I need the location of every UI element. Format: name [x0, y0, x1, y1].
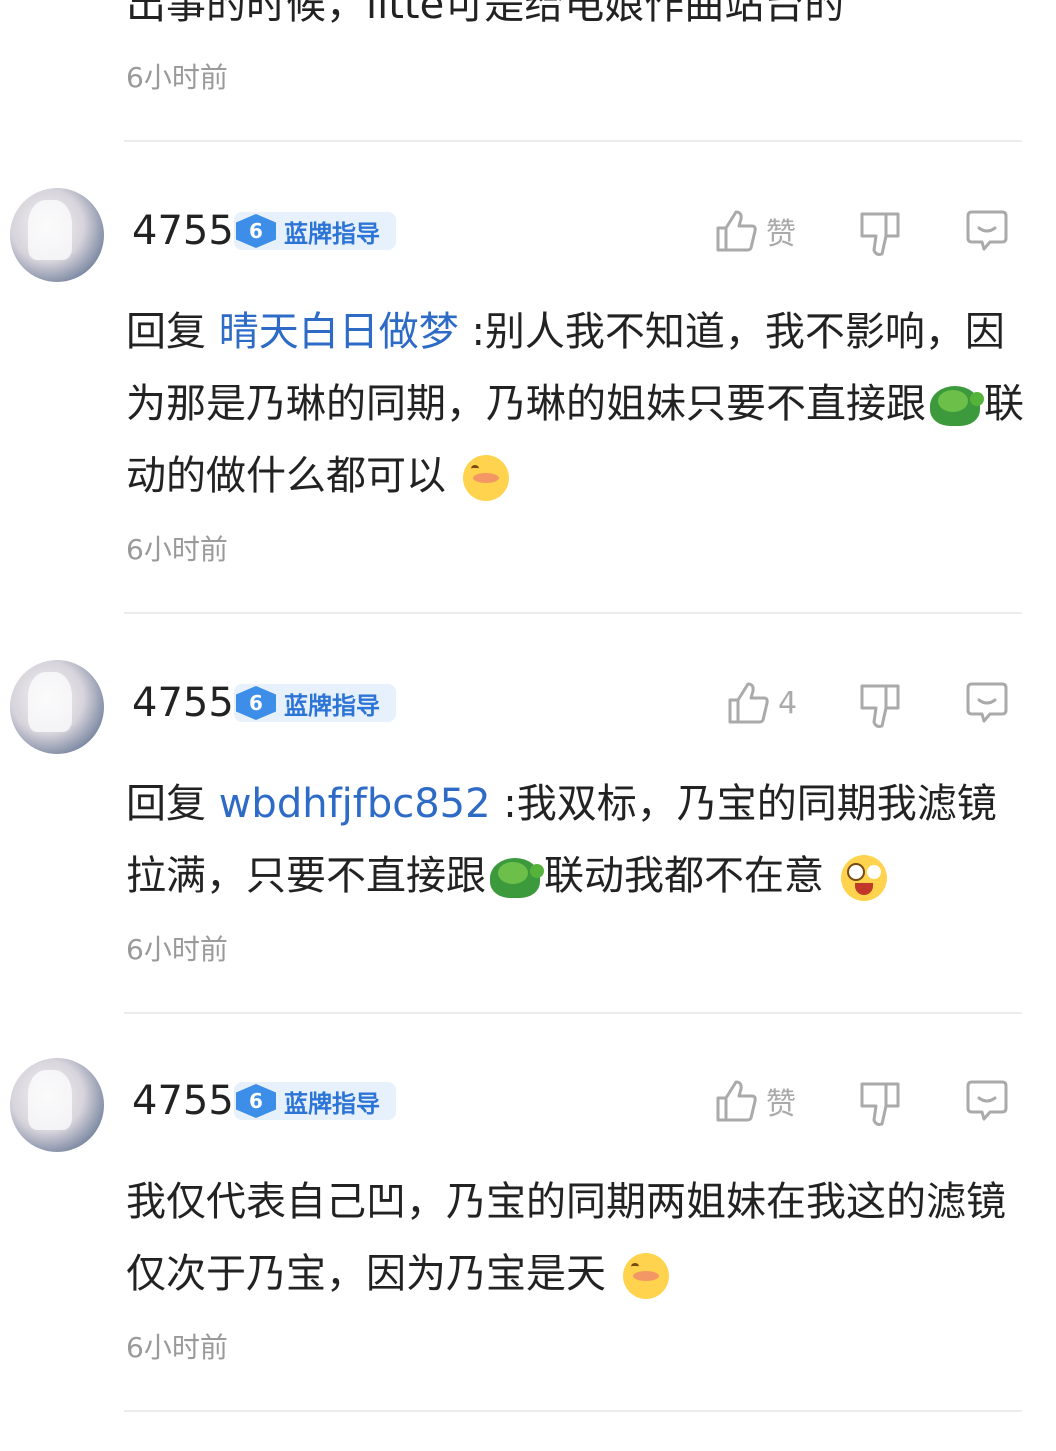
dislike-button[interactable]	[858, 1080, 902, 1132]
divider	[124, 1410, 1022, 1412]
comment-content: 回复 wbdhfjfbc852 :我双标，乃宝的同期我滤镜拉满，只要不直接跟 联动…	[126, 768, 1026, 912]
turtle-emoji-icon	[490, 858, 544, 898]
comment-text: 我仅代表自己凹，乃宝的同期两姐妹在我这的滤镜仅次于乃宝，因为乃宝是天	[126, 1179, 1006, 1297]
previous-comment-text: 出事的时候，litte可是给电娘作曲站台的	[126, 0, 845, 28]
reply-prefix: 回复	[126, 309, 206, 355]
comment-time: 6小时前	[126, 533, 228, 566]
divider	[124, 612, 1022, 614]
badge-text: 蓝牌指导	[284, 1089, 380, 1118]
reply-button[interactable]	[964, 208, 1010, 258]
comment-content: 回复 晴天白日做梦 :别人我不知道，我不影响，因为那是乃琳的同期，乃琳的姐妹只要…	[126, 296, 1026, 512]
fan-badge[interactable]: 6 蓝牌指导	[234, 1082, 396, 1120]
divider	[124, 1012, 1022, 1014]
comment-time: 6小时前	[126, 933, 228, 966]
thumbs-down-icon	[860, 684, 900, 728]
comment-time: 6小时前	[126, 1331, 228, 1364]
thumbs-down-icon	[860, 1082, 900, 1126]
like-button[interactable]: 赞	[714, 1078, 796, 1124]
username[interactable]: 4755	[132, 208, 234, 254]
reply-button[interactable]	[964, 1078, 1010, 1128]
avatar[interactable]	[10, 188, 104, 282]
previous-comment-time: 6小时前	[126, 61, 228, 94]
thumbs-down-icon	[860, 212, 900, 256]
dislike-button[interactable]	[858, 210, 902, 262]
thumbs-up-icon	[716, 210, 757, 252]
badge-level: 6	[236, 1084, 276, 1118]
divider	[124, 140, 1022, 142]
like-button[interactable]: 4	[726, 680, 797, 726]
shy-face-emoji-icon	[462, 455, 509, 501]
mention-link[interactable]: wbdhfjfbc852	[219, 781, 491, 827]
like-button[interactable]: 赞	[714, 208, 796, 254]
dislike-button[interactable]	[858, 682, 902, 734]
reply-prefix: 回复	[126, 781, 206, 827]
badge-text: 蓝牌指导	[284, 219, 380, 248]
turtle-emoji-icon	[930, 386, 984, 426]
mention-link[interactable]: 晴天白日做梦	[219, 309, 459, 355]
thumbs-up-icon	[716, 1080, 757, 1122]
comment-bubble-icon	[966, 210, 1008, 251]
comment-content: 我仅代表自己凹，乃宝的同期两姐妹在我这的滤镜仅次于乃宝，因为乃宝是天	[126, 1166, 1026, 1310]
fan-badge[interactable]: 6 蓝牌指导	[234, 212, 396, 250]
avatar[interactable]	[10, 660, 104, 754]
fan-badge[interactable]: 6 蓝牌指导	[234, 684, 396, 722]
crazy-face-emoji-icon	[840, 855, 887, 901]
username[interactable]: 4755	[132, 1078, 234, 1124]
username[interactable]: 4755	[132, 680, 234, 726]
comment-bubble-icon	[966, 682, 1008, 723]
badge-text: 蓝牌指导	[284, 691, 380, 720]
badge-level: 6	[236, 214, 276, 248]
comment-bubble-icon	[966, 1080, 1008, 1121]
like-count: 4	[778, 685, 798, 721]
badge-level: 6	[236, 686, 276, 720]
avatar[interactable]	[10, 1058, 104, 1152]
shy-face-emoji-icon	[622, 1253, 669, 1299]
like-label: 赞	[766, 1087, 796, 1122]
reply-button[interactable]	[964, 680, 1010, 730]
thumbs-up-icon	[728, 682, 769, 724]
like-label: 赞	[766, 217, 796, 252]
comment-text-continued: 联动我都不在意	[544, 853, 824, 899]
